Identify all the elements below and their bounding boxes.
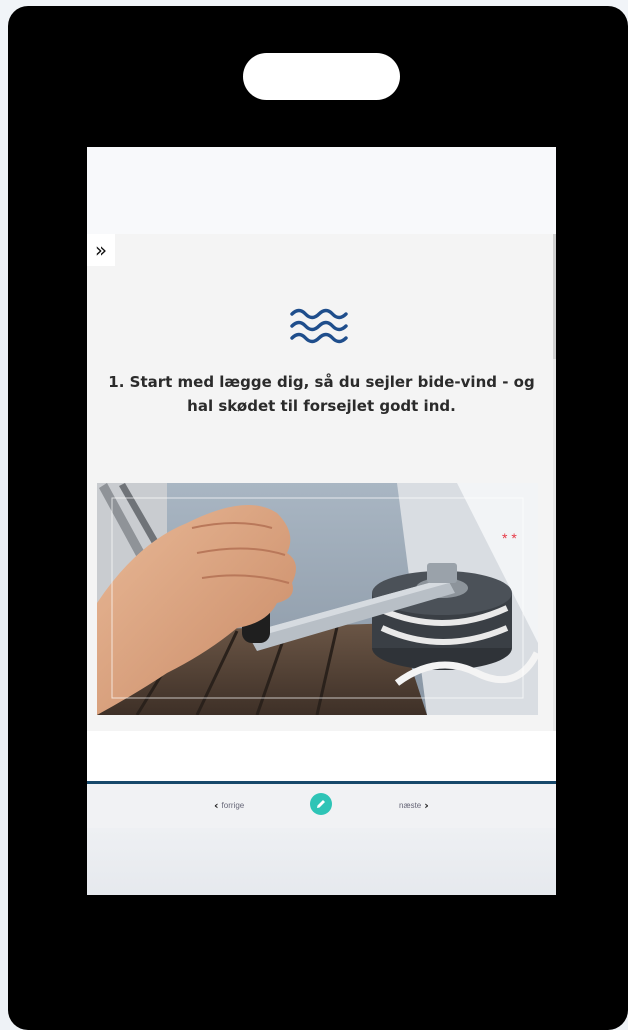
pencil-icon [317,800,325,808]
chevron-right-icon: › [424,799,429,812]
bottom-area [87,828,556,895]
edit-button[interactable] [310,793,332,815]
content-footer-space [87,731,556,781]
double-chevron-right-icon: » [94,238,108,262]
prev-label: forrige [221,801,245,810]
slide-title: 1. Start med lægge dig, så du sejler bid… [108,373,535,415]
hand-cranking-winch-photo: * * [97,483,538,715]
prev-button[interactable]: ‹ forrige [214,799,244,812]
next-button[interactable]: næste › [399,799,429,812]
navigation-bar: ‹ forrige næste › [87,784,556,828]
scrollbar[interactable] [553,234,556,731]
sidebar-toggle-button[interactable]: » [87,234,115,266]
phone-frame: » 1. Start med lægge dig, så du sejler b… [8,6,628,1030]
phone-notch [243,53,400,100]
next-label: næste [399,801,422,810]
screen: » 1. Start med lægge dig, så du sejler b… [87,147,556,895]
svg-text:* *: * * [502,530,517,546]
slide-content[interactable]: » 1. Start med lægge dig, så du sejler b… [87,234,556,731]
chevron-left-icon: ‹ [214,799,219,812]
waves-icon [290,308,348,344]
scrollbar-thumb[interactable] [553,234,556,359]
